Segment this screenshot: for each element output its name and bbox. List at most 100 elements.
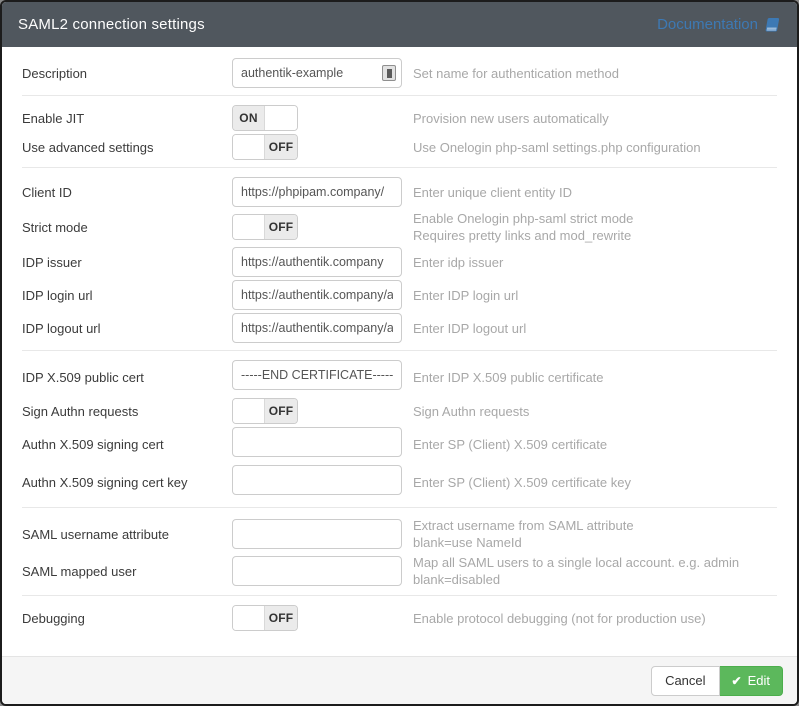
documentation-link[interactable]: Documentation <box>657 16 781 33</box>
idp-x509-public-cert-help-text: Enter IDP X.509 public certificate <box>413 369 604 386</box>
authn-x509-signing-cert-help-text: Enter SP (Client) X.509 certificate <box>413 436 607 453</box>
idp-issuer-label: IDP issuer <box>22 255 232 270</box>
enable-jit-toggle[interactable]: ON <box>232 105 298 131</box>
strict-mode-control: OFF <box>232 214 402 240</box>
authn-x509-signing-cert-key-label: Authn X.509 signing cert key <box>22 475 232 490</box>
form-row-enable-jit: Enable JITON Provision new users automati… <box>22 105 777 131</box>
idp-logout-url-help-text: Enter IDP logout url <box>413 320 526 337</box>
use-advanced-settings-toggle-state-label: OFF <box>265 135 297 159</box>
form-row-saml-username-attribute: SAML username attribute Extract username … <box>22 517 777 551</box>
cancel-button[interactable]: Cancel <box>651 666 719 696</box>
form-group: Description Set name for authentication m… <box>22 58 777 88</box>
saml-username-attribute-label: SAML username attribute <box>22 527 232 542</box>
check-icon: ✔ <box>732 674 742 688</box>
saml-username-attribute-help-text: Extract username from SAML attributeblan… <box>413 517 634 551</box>
debugging-help-text: Enable protocol debugging (not for produ… <box>413 610 706 627</box>
client-id-label: Client ID <box>22 185 232 200</box>
description-help-text: Set name for authentication method <box>413 65 619 82</box>
form-row-strict-mode: Strict mode OFF Enable Onelogin php-saml s… <box>22 210 777 244</box>
modal-header: SAML2 connection settings Documentation <box>2 2 797 47</box>
settings-form: Description Set name for authentication m… <box>22 58 777 631</box>
modal-title: SAML2 connection settings <box>18 16 205 33</box>
debugging-toggle[interactable]: OFF <box>232 605 298 631</box>
saml-mapped-user-control <box>232 556 402 586</box>
sign-authn-requests-toggle-state-label: OFF <box>265 399 297 423</box>
form-row-use-advanced-settings: Use advanced settings OFF Use Onelogin php… <box>22 134 777 160</box>
input-adornment-icon <box>382 65 396 81</box>
form-row-description: Description Set name for authentication m… <box>22 58 777 88</box>
modal-body: Description Set name for authentication m… <box>2 47 797 656</box>
description-control <box>232 58 402 88</box>
debugging-toggle-knob <box>233 606 265 630</box>
debugging-control: OFF <box>232 605 402 631</box>
saml2-settings-modal: SAML2 connection settings Documentation … <box>0 0 799 706</box>
strict-mode-toggle[interactable]: OFF <box>232 214 298 240</box>
strict-mode-label: Strict mode <box>22 220 232 235</box>
enable-jit-toggle-knob <box>265 106 297 130</box>
saml-mapped-user-help-text: Map all SAML users to a single local acc… <box>413 554 739 588</box>
form-row-saml-mapped-user: SAML mapped user Map all SAML users to a … <box>22 554 777 588</box>
use-advanced-settings-label: Use advanced settings <box>22 140 232 155</box>
idp-login-url-input[interactable] <box>232 280 402 310</box>
form-group: Client ID Enter unique client entity ID St… <box>22 167 777 343</box>
saml-username-attribute-control <box>232 519 402 549</box>
idp-login-url-control <box>232 280 402 310</box>
use-advanced-settings-help-text: Use Onelogin php-saml settings.php confi… <box>413 139 701 156</box>
form-group: Debugging OFF Enable protocol debugging (n… <box>22 595 777 631</box>
form-row-idp-issuer: IDP issuer Enter idp issuer <box>22 247 777 277</box>
form-group: IDP X.509 public cert Enter IDP X.509 pub… <box>22 350 777 500</box>
idp-issuer-control <box>232 247 402 277</box>
idp-logout-url-input[interactable] <box>232 313 402 343</box>
idp-x509-public-cert-textarea[interactable] <box>232 360 402 390</box>
client-id-control <box>232 177 402 207</box>
enable-jit-label: Enable JIT <box>22 111 232 126</box>
description-label: Description <box>22 66 232 81</box>
idp-x509-public-cert-control <box>232 360 402 395</box>
sign-authn-requests-toggle[interactable]: OFF <box>232 398 298 424</box>
documentation-link-label: Documentation <box>657 16 758 33</box>
form-row-idp-logout-url: IDP logout url Enter IDP logout url <box>22 313 777 343</box>
form-row-debugging: Debugging OFF Enable protocol debugging (n… <box>22 605 777 631</box>
use-advanced-settings-control: OFF <box>232 134 402 160</box>
idp-issuer-input[interactable] <box>232 247 402 277</box>
edit-button-label: Edit <box>748 673 770 688</box>
form-group: SAML username attribute Extract username … <box>22 507 777 588</box>
authn-x509-signing-cert-label: Authn X.509 signing cert <box>22 437 232 452</box>
authn-x509-signing-cert-key-textarea[interactable] <box>232 465 402 495</box>
form-row-sign-authn-requests: Sign Authn requestsOFFSign Authn request… <box>22 398 777 424</box>
use-advanced-settings-toggle[interactable]: OFF <box>232 134 298 160</box>
enable-jit-control: ON <box>232 105 402 131</box>
saml-mapped-user-label: SAML mapped user <box>22 564 232 579</box>
idp-login-url-help-text: Enter IDP login url <box>413 287 518 304</box>
client-id-input[interactable] <box>232 177 402 207</box>
authn-x509-signing-cert-key-help-text: Enter SP (Client) X.509 certificate key <box>413 474 631 491</box>
authn-x509-signing-cert-key-control <box>232 465 402 500</box>
client-id-help-text: Enter unique client entity ID <box>413 184 572 201</box>
idp-logout-url-control <box>232 313 402 343</box>
form-row-authn-x509-signing-cert: Authn X.509 signing cert Enter SP (Client… <box>22 427 777 462</box>
idp-issuer-help-text: Enter idp issuer <box>413 254 503 271</box>
strict-mode-toggle-knob <box>233 215 265 239</box>
modal-footer: Cancel ✔ Edit <box>2 656 797 704</box>
form-row-authn-x509-signing-cert-key: Authn X.509 signing cert key Enter SP (Cl… <box>22 465 777 500</box>
authn-x509-signing-cert-control <box>232 427 402 462</box>
debugging-label: Debugging <box>22 611 232 626</box>
strict-mode-help-text: Enable Onelogin php-saml strict modeRequ… <box>413 210 633 244</box>
form-row-idp-x509-public-cert: IDP X.509 public cert Enter IDP X.509 pub… <box>22 360 777 395</box>
idp-logout-url-label: IDP logout url <box>22 321 232 336</box>
description-input[interactable] <box>232 58 402 88</box>
saml-username-attribute-input[interactable] <box>232 519 402 549</box>
sign-authn-requests-label: Sign Authn requests <box>22 404 232 419</box>
authn-x509-signing-cert-textarea[interactable] <box>232 427 402 457</box>
strict-mode-toggle-state-label: OFF <box>265 215 297 239</box>
enable-jit-toggle-state-label: ON <box>233 106 265 130</box>
use-advanced-settings-toggle-knob <box>233 135 265 159</box>
book-icon <box>764 17 781 33</box>
saml-mapped-user-input[interactable] <box>232 556 402 586</box>
form-row-idp-login-url: IDP login url Enter IDP login url <box>22 280 777 310</box>
enable-jit-help-text: Provision new users automatically <box>413 110 609 127</box>
idp-login-url-label: IDP login url <box>22 288 232 303</box>
debugging-toggle-state-label: OFF <box>265 606 297 630</box>
edit-button[interactable]: ✔ Edit <box>720 666 783 696</box>
idp-x509-public-cert-label: IDP X.509 public cert <box>22 370 232 385</box>
